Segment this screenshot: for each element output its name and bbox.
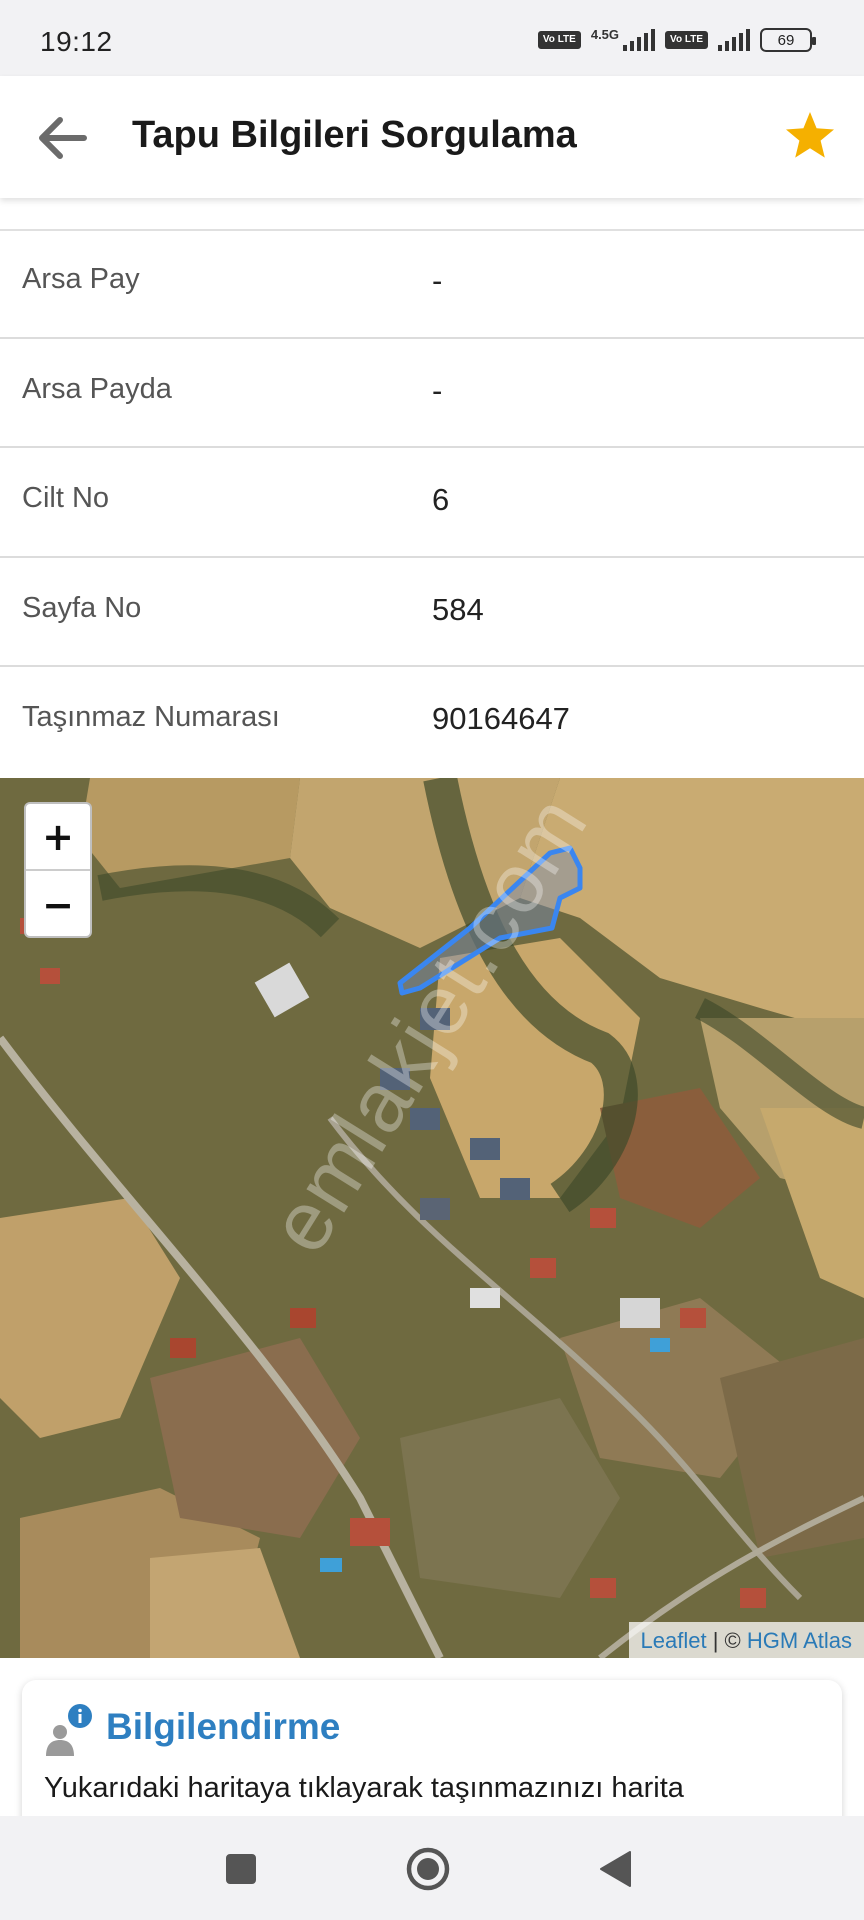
satellite-map[interactable]: emlakjet.com + − Leaflet | © HGM Atlas [0,778,864,1658]
row-label: Cilt No [22,482,110,514]
card-text: Yukarıdaki haritaya tıklayarak taşınmazı… [44,1772,684,1804]
satellite-imagery [0,778,864,1658]
network-type-label: 4.5G [590,26,620,42]
status-time: 19:12 [40,26,113,57]
volte-icon-2: Vo LTE [665,31,708,49]
table-row-cilt-no: Cilt No 6 [0,448,864,558]
page-title: Tapu Bilgileri Sorgulama [132,114,577,156]
system-back-button[interactable] [592,1846,638,1892]
map-attribution: Leaflet | © HGM Atlas [628,1622,864,1658]
row-value: 90164647 [432,701,570,736]
signal-icon [623,29,656,51]
zoom-in-button[interactable]: + [26,804,90,871]
table-row-arsa-pay: Arsa Pay - [0,229,864,339]
battery-icon: 69 [760,28,816,52]
zoom-out-button[interactable]: − [26,871,90,936]
triangle-back-icon [600,1851,631,1887]
row-label: Arsa Pay [22,263,140,295]
table-row-tasinmaz-numarasi: Taşınmaz Numarası 90164647 [0,667,864,777]
user-info-icon [46,1704,92,1756]
back-button[interactable] [30,106,94,170]
row-label: Sayfa No [22,591,142,624]
zoom-control: + − [24,802,92,938]
info-table: Arsa Pay - Arsa Payda - Cilt No 6 Sayfa … [0,229,864,777]
table-row-arsa-payda: Arsa Payda - [0,339,864,448]
row-value: 6 [432,482,450,517]
system-nav-bar [0,1816,864,1920]
card-title: Bilgilendirme [106,1706,341,1747]
app-bar: Tapu Bilgileri Sorgulama [0,76,864,198]
row-label: Arsa Payda [22,372,172,405]
arrow-left-icon [39,117,87,159]
table-row-sayfa-no: Sayfa No 584 [0,558,864,667]
circle-icon [406,1847,450,1891]
row-value: 584 [432,591,484,627]
row-label: Taşınmaz Numarası [22,701,280,733]
star-icon [786,112,834,158]
leaflet-link[interactable]: Leaflet [641,1628,707,1653]
row-value: - [432,263,443,298]
status-bar: 19:12 Vo LTE 4.5G Vo LTE 69 [0,0,864,76]
recent-apps-button[interactable] [218,1846,264,1892]
signal-icon-2 [718,29,750,51]
volte-icon: Vo LTE [537,31,581,49]
square-icon [226,1854,256,1884]
status-icons: Vo LTE 4.5G Vo LTE 69 [537,26,816,52]
home-button[interactable] [405,1846,451,1892]
row-value: - [432,372,443,408]
attribution-separator: | © [706,1628,747,1653]
hgm-atlas-link[interactable]: HGM Atlas [747,1628,852,1653]
favorite-button[interactable] [782,108,838,164]
